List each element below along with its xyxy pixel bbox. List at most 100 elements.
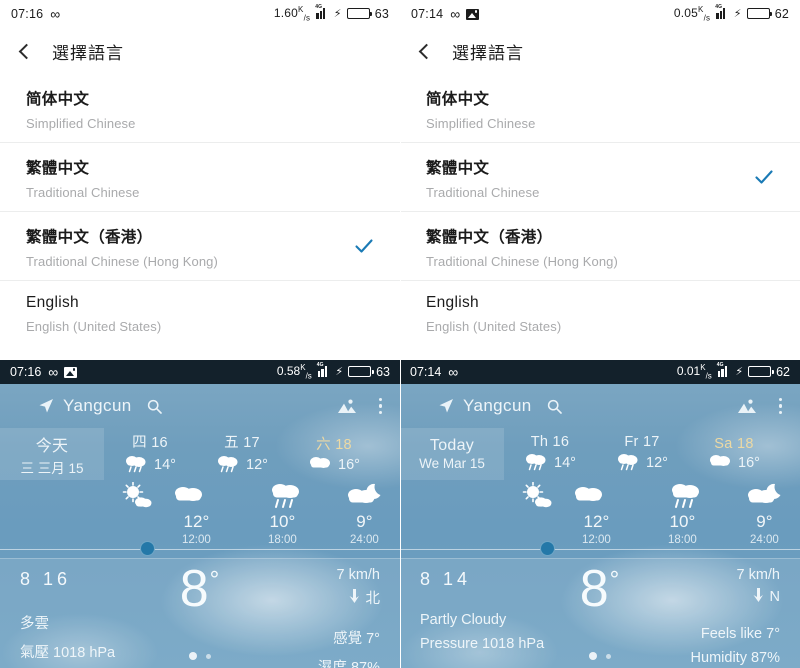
- language-native-name: 繁體中文（香港）: [26, 229, 153, 246]
- status-bar: 07:14 ∞ 0.05K/s 4G ⚡ 62: [400, 0, 800, 28]
- landscape-image-icon[interactable]: [737, 398, 757, 415]
- day-tab-today[interactable]: Today We Mar 15: [400, 428, 504, 480]
- day-tab[interactable]: Th 16 14°: [504, 428, 596, 480]
- daily-forecast-tabs: Today We Mar 15 Th 16 14° Fr 17 12° Sa 1…: [400, 428, 800, 480]
- app-bar: 選擇語言: [0, 28, 400, 74]
- day-tab-today[interactable]: 今天 三 三月 15: [0, 428, 104, 480]
- right-language-screen: 07:14 ∞ 0.05K/s 4G ⚡ 62 選擇語言 简体中文 Simpli…: [400, 0, 800, 360]
- hourly-time: 24:00: [350, 534, 379, 546]
- status-time: 07:16: [11, 7, 44, 21]
- day-tab-label: 五 17: [224, 435, 260, 451]
- day-tab-label: 六 18: [316, 437, 352, 453]
- rain-cloud-icon: [524, 451, 548, 475]
- day-tab-label: Th 16: [530, 433, 570, 450]
- battery-icon: [348, 366, 374, 378]
- screenshot-icon: [64, 366, 78, 378]
- overflow-menu-icon[interactable]: [378, 397, 382, 415]
- status-time: 07:14: [411, 7, 444, 21]
- day-tab[interactable]: 四 16 14°: [104, 428, 196, 480]
- page-dot-active[interactable]: [589, 652, 597, 660]
- status-bar: 07:16 ∞ 1.60K/s 4G ⚡ 63: [0, 0, 400, 28]
- check-icon: [354, 236, 374, 256]
- wind-speed-label: 7 km/h: [736, 567, 780, 583]
- current-time-marker[interactable]: [140, 541, 155, 556]
- landscape-image-icon[interactable]: [337, 398, 357, 415]
- hourly-forecast-strip[interactable]: 12° 12:00 10° 18:00 9° 24:00: [0, 480, 400, 558]
- day-tab-forecast: 14°: [524, 451, 576, 475]
- day-tab-temp: 12°: [646, 454, 668, 471]
- data-rate-label: 0.05K/s: [673, 5, 711, 23]
- list-item[interactable]: English English (United States): [400, 281, 800, 345]
- partly-sunny-icon: [120, 481, 162, 517]
- day-tab[interactable]: 六 18 16°: [288, 428, 380, 480]
- back-chevron-icon[interactable]: [18, 43, 35, 59]
- page-dot[interactable]: [206, 653, 211, 659]
- day-tab[interactable]: 五 17 12°: [196, 428, 288, 480]
- hourly-time: 18:00: [668, 534, 697, 546]
- screenshot-icon: [466, 8, 480, 20]
- location-button[interactable]: Yangcun: [438, 396, 562, 416]
- infinity-icon: ∞: [448, 364, 458, 380]
- status-time: 07:14: [410, 365, 442, 379]
- language-english-name: Traditional Chinese (Hong Kong): [26, 254, 218, 269]
- day-tab[interactable]: Sa 18 16°: [688, 428, 780, 480]
- status-bar-left: 07:16 ∞: [10, 364, 78, 380]
- day-tab-label: 四 16: [132, 435, 168, 451]
- network-type-label: 4G: [315, 4, 323, 11]
- charging-bolt-icon: ⚡: [733, 8, 742, 21]
- day-tab-label: Fr 17: [624, 433, 660, 450]
- current-temp-value: 8: [179, 560, 210, 618]
- list-item[interactable]: English English (United States): [0, 281, 400, 345]
- hourly-forecast-strip[interactable]: 12° 12:00 10° 18:00 9° 24:00: [400, 480, 800, 558]
- temperature-trend-line: [400, 548, 800, 550]
- hourly-item: 12° 12:00: [182, 513, 211, 546]
- infinity-icon: ∞: [48, 364, 58, 380]
- list-item[interactable]: 繁體中文（香港） Traditional Chinese (Hong Kong): [0, 212, 400, 281]
- day-tab[interactable]: 日: [380, 428, 400, 480]
- page-dot[interactable]: [606, 653, 611, 659]
- weather-detail-card[interactable]: 8 14 Partly Cloudy Pressure 1018 hPa 8° …: [400, 558, 800, 668]
- battery-icon: [746, 8, 773, 20]
- list-item[interactable]: 繁體中文 Traditional Chinese: [0, 143, 400, 212]
- list-item[interactable]: 繁體中文（香港） Traditional Chinese (Hong Kong): [400, 212, 800, 281]
- hourly-time: 12:00: [582, 534, 611, 546]
- day-tab-temp: 16°: [738, 454, 760, 471]
- signal-bars-icon: 4G: [315, 4, 329, 20]
- day-tab[interactable]: Fr 17 12°: [596, 428, 688, 480]
- status-bar: 07:14 ∞ 0.01K/s 4G ⚡ 62: [400, 360, 800, 384]
- app-bar: 選擇語言: [400, 28, 800, 74]
- page-indicator[interactable]: [0, 652, 400, 660]
- pressure-label: Pressure 1018 hPa: [420, 636, 545, 652]
- search-icon[interactable]: [147, 399, 162, 414]
- charging-bolt-icon: ⚡: [735, 366, 744, 379]
- back-chevron-icon[interactable]: [418, 43, 435, 59]
- status-bar-right: 1.60K/s 4G ⚡ 63: [273, 4, 389, 23]
- location-button[interactable]: Yangcun: [38, 396, 162, 416]
- current-time-marker[interactable]: [540, 541, 555, 556]
- hourly-item: 9° 24:00: [350, 513, 379, 546]
- status-bar-left: 07:14 ∞: [411, 7, 480, 21]
- signal-bars-icon: 4G: [717, 362, 731, 378]
- network-type-label: 4G: [716, 362, 724, 369]
- day-tab-temp: 16°: [338, 457, 360, 473]
- day-tab[interactable]: Su: [780, 428, 800, 480]
- day-tab-forecast: 12°: [616, 451, 668, 475]
- list-item[interactable]: 简体中文 Simplified Chinese: [0, 74, 400, 143]
- data-rate-label: 1.60K/s: [273, 5, 311, 23]
- dual-screenshot-collage: 07:16 ∞ 1.60K/s 4G ⚡ 63 選擇語言 简体中文 Simpli…: [0, 0, 800, 668]
- search-icon[interactable]: [547, 399, 562, 414]
- hourly-temp: 9°: [356, 512, 373, 532]
- list-item[interactable]: 简体中文 Simplified Chinese: [400, 74, 800, 143]
- network-type-label: 4G: [715, 4, 723, 11]
- signal-bars-icon: 4G: [317, 362, 331, 378]
- weather-app-bar: Yangcun: [0, 384, 400, 428]
- left-language-screen: 07:16 ∞ 1.60K/s 4G ⚡ 63 選擇語言 简体中文 Simpli…: [0, 0, 400, 360]
- status-bar-left: 07:14 ∞: [410, 364, 458, 380]
- day-tab-temp: 12°: [246, 457, 268, 473]
- page-indicator[interactable]: [400, 652, 800, 660]
- weather-detail-card[interactable]: 8 16 多雲 氣壓 1018 hPa 8° 7 km/h 北 感覺 7° 濕度…: [0, 558, 400, 668]
- page-dot-active[interactable]: [189, 652, 197, 660]
- list-item[interactable]: 繁體中文 Traditional Chinese: [400, 143, 800, 212]
- hourly-temp: 10°: [669, 512, 696, 532]
- overflow-menu-icon[interactable]: [778, 397, 782, 415]
